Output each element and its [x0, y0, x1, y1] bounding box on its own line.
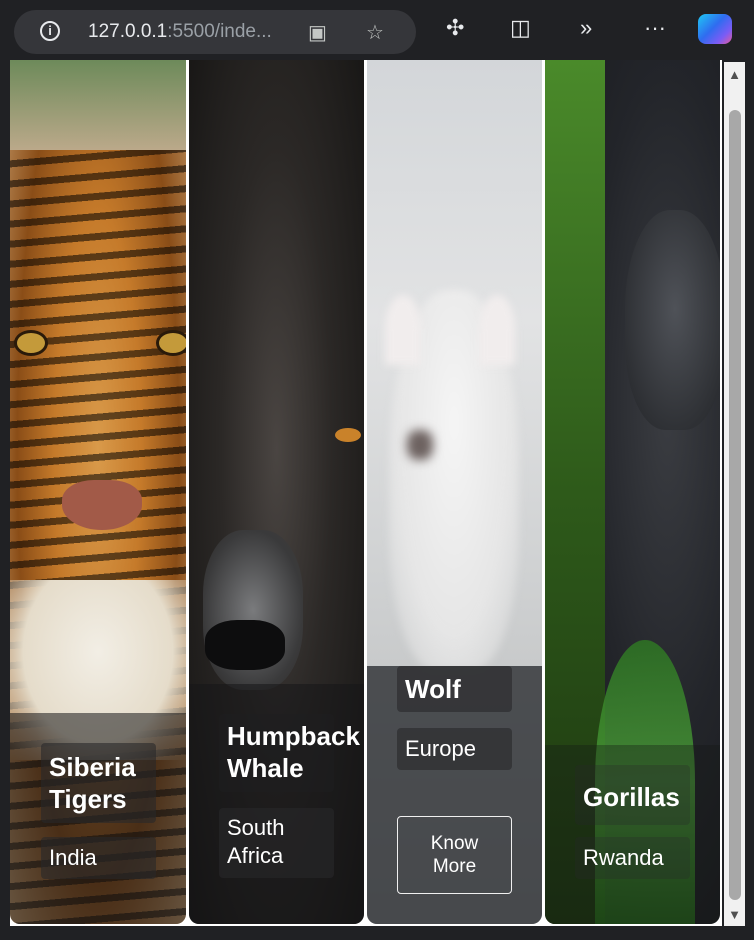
split-screen-icon[interactable]: ◫: [510, 16, 531, 40]
scrollbar-thumb[interactable]: [729, 110, 741, 900]
animal-name: Wolf: [397, 666, 512, 712]
animal-location-line: South: [227, 815, 285, 840]
site-info-icon[interactable]: i: [40, 21, 60, 41]
wolf-image-eye: [335, 428, 361, 442]
url-path: :5500/inde...: [167, 21, 272, 42]
animal-name-line: Humpback: [227, 721, 360, 751]
animal-location-line: Europe: [405, 736, 476, 761]
know-more-label-line: More: [432, 856, 477, 877]
animal-location-line: India: [49, 845, 97, 870]
bottom-strip: [0, 926, 754, 940]
animal-card-wolf[interactable]: Wolf Europe Know More: [367, 60, 542, 924]
animal-card-tiger[interactable]: Siberia Tigers India: [10, 60, 186, 924]
vertical-scrollbar[interactable]: ▲ ▼: [724, 62, 745, 928]
scroll-up-arrow-icon[interactable]: ▲: [724, 66, 745, 84]
menu-ellipsis-icon[interactable]: ···: [644, 16, 666, 40]
know-more-button[interactable]: Know More: [397, 816, 512, 894]
animal-name: Gorillas: [575, 765, 690, 825]
animal-name-line: Whale: [227, 753, 304, 783]
browser-toolbar: i 127.0.0.1:5500/inde... ▣ ☆ ✣ ◫ » ···: [0, 0, 754, 60]
husky-image-ear: [479, 295, 515, 365]
tiger-image-eye: [156, 330, 186, 356]
tiger-image-background: [10, 60, 186, 150]
animal-location: South Africa: [219, 808, 334, 878]
url-host: 127.0.0.1: [88, 21, 168, 42]
animal-name-line: Siberia: [49, 752, 136, 782]
animal-location: Europe: [397, 728, 512, 770]
scroll-down-arrow-icon[interactable]: ▼: [724, 906, 745, 924]
animal-location-line: Africa: [227, 843, 284, 868]
gorilla-image-face: [625, 210, 720, 430]
know-more-label-line: Know: [430, 833, 479, 854]
animal-name: Siberia Tigers: [41, 743, 156, 823]
address-bar[interactable]: i 127.0.0.1:5500/inde... ▣ ☆: [14, 10, 416, 54]
extensions-icon[interactable]: ✣: [446, 16, 464, 40]
card-overlay: Siberia Tigers India: [10, 713, 186, 924]
favorite-star-icon[interactable]: ☆: [366, 20, 384, 45]
animal-card-whale[interactable]: Humpback Whale South Africa: [189, 60, 364, 924]
know-more-label: Know More: [431, 832, 479, 878]
card-overlay: Gorillas Rwanda: [545, 745, 720, 924]
page-content: Siberia Tigers India Humpback Whale Sout…: [10, 60, 722, 926]
animal-name-line: Tigers: [49, 784, 127, 814]
animal-card-gorilla[interactable]: Gorillas Rwanda: [545, 60, 720, 924]
animal-name-line: Gorillas: [583, 782, 680, 812]
animal-location-line: Rwanda: [583, 845, 664, 870]
card-overlay: Humpback Whale South Africa: [189, 684, 364, 924]
wolf-image-nose: [205, 620, 285, 670]
copilot-icon[interactable]: [698, 14, 732, 44]
address-url[interactable]: 127.0.0.1:5500/inde...: [88, 21, 272, 43]
animal-location: India: [41, 837, 156, 879]
app-available-icon[interactable]: ▣: [308, 20, 327, 45]
more-tools-chevron-icon[interactable]: »: [580, 16, 592, 40]
animal-name: Humpback Whale: [219, 714, 360, 792]
animal-name-line: Wolf: [405, 674, 461, 704]
husky-image-nose: [407, 430, 433, 460]
animal-location: Rwanda: [575, 837, 690, 879]
tiger-image-eye: [14, 330, 48, 356]
tiger-image-nose: [62, 480, 142, 530]
husky-image-ear: [385, 295, 421, 365]
